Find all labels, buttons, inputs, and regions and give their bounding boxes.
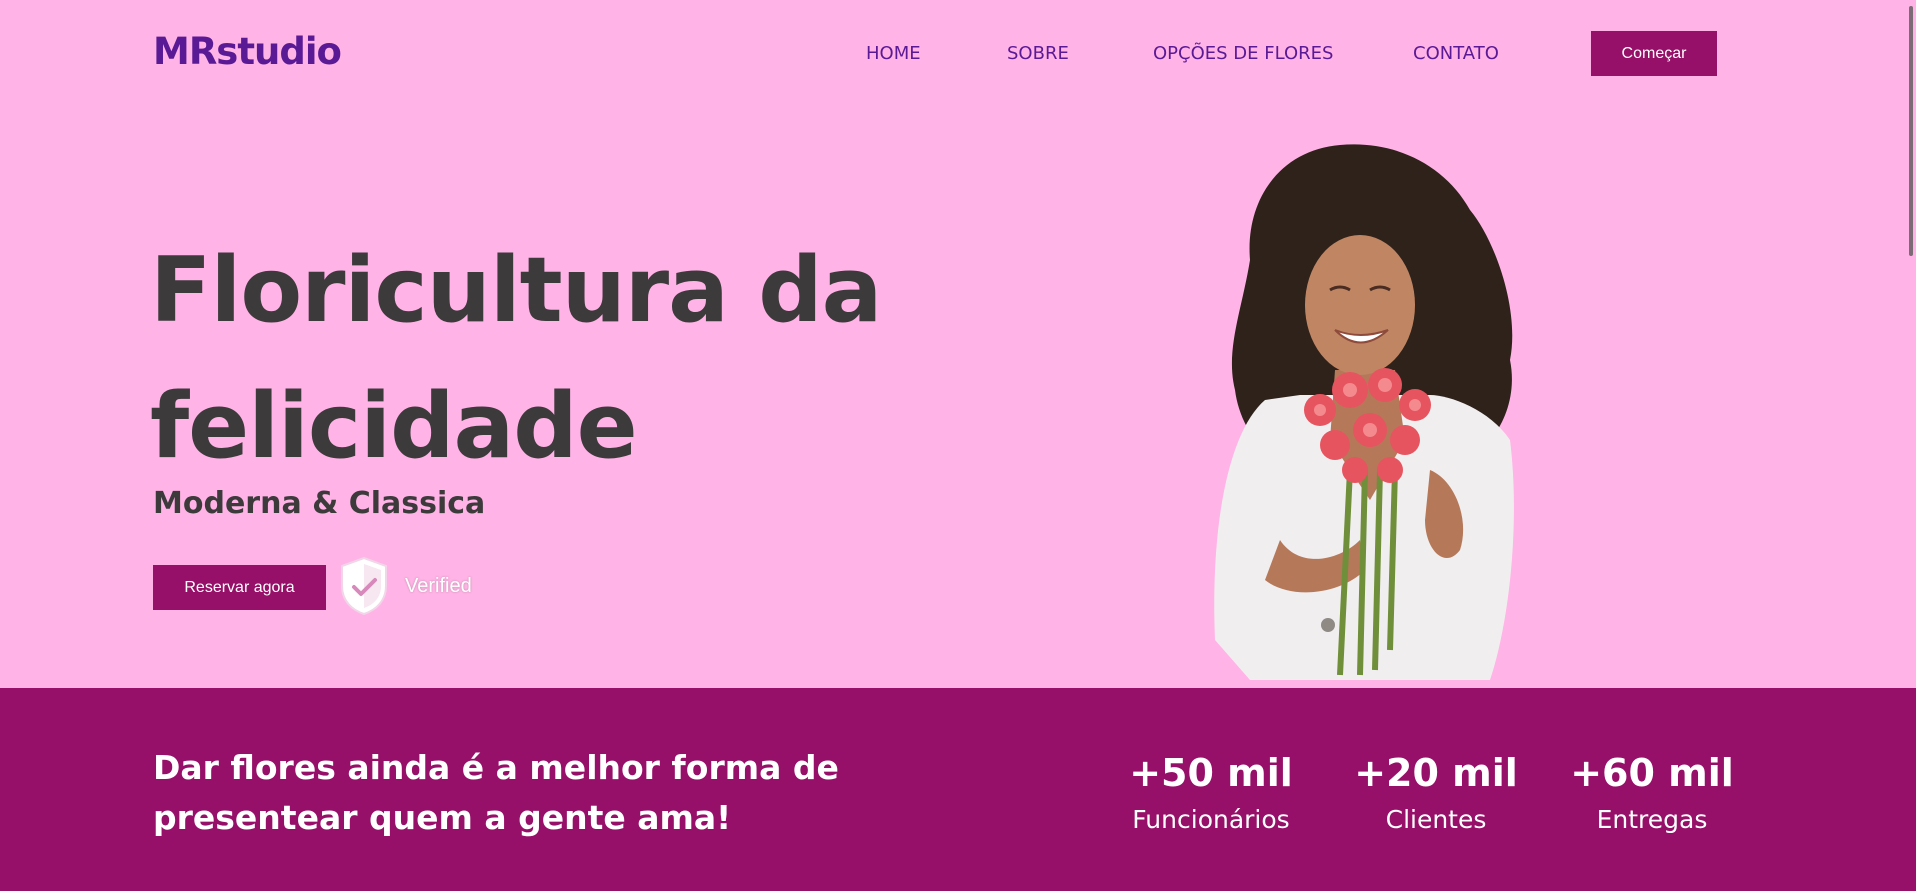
stat-label: Clientes xyxy=(1385,805,1487,834)
nav-link-sobre[interactable]: SOBRE xyxy=(1007,43,1069,64)
stat-label: Funcionários xyxy=(1132,805,1290,834)
stat-clientes: +20 mil Clientes xyxy=(1336,748,1536,840)
hero-title: Floricultura da felicidade xyxy=(150,238,882,479)
scrollbar-thumb[interactable] xyxy=(1909,6,1913,256)
verified-label: Verified xyxy=(405,575,472,597)
stat-entregas: +60 mil Entregas xyxy=(1552,748,1752,840)
woman-with-flowers-image xyxy=(1214,144,1514,680)
stat-funcionarios: +50 mil Funcionários xyxy=(1111,748,1311,840)
stat-value: +20 mil xyxy=(1354,751,1518,795)
shield-check-icon xyxy=(341,556,387,616)
stat-value: +60 mil xyxy=(1570,751,1734,795)
brand-logo[interactable]: MRstudio xyxy=(153,30,342,73)
hero-subtitle: Moderna & Classica xyxy=(153,486,486,521)
nav-link-contato[interactable]: CONTATO xyxy=(1413,43,1499,64)
comecar-button[interactable]: Começar xyxy=(1591,31,1717,76)
stat-value: +50 mil xyxy=(1129,751,1293,795)
stat-label: Entregas xyxy=(1596,805,1708,834)
nav-link-home[interactable]: HOME xyxy=(866,43,921,64)
reservar-agora-button[interactable]: Reservar agora xyxy=(153,565,326,610)
top-navigation: MRstudio HOME SOBRE OPÇÕES DE FLORES CON… xyxy=(0,0,1916,108)
nav-link-opcoes-de-flores[interactable]: OPÇÕES DE FLORES xyxy=(1153,43,1333,64)
page-scrollbar[interactable] xyxy=(1904,0,1916,688)
band-tagline: Dar flores ainda é a melhor forma de pre… xyxy=(153,748,839,837)
